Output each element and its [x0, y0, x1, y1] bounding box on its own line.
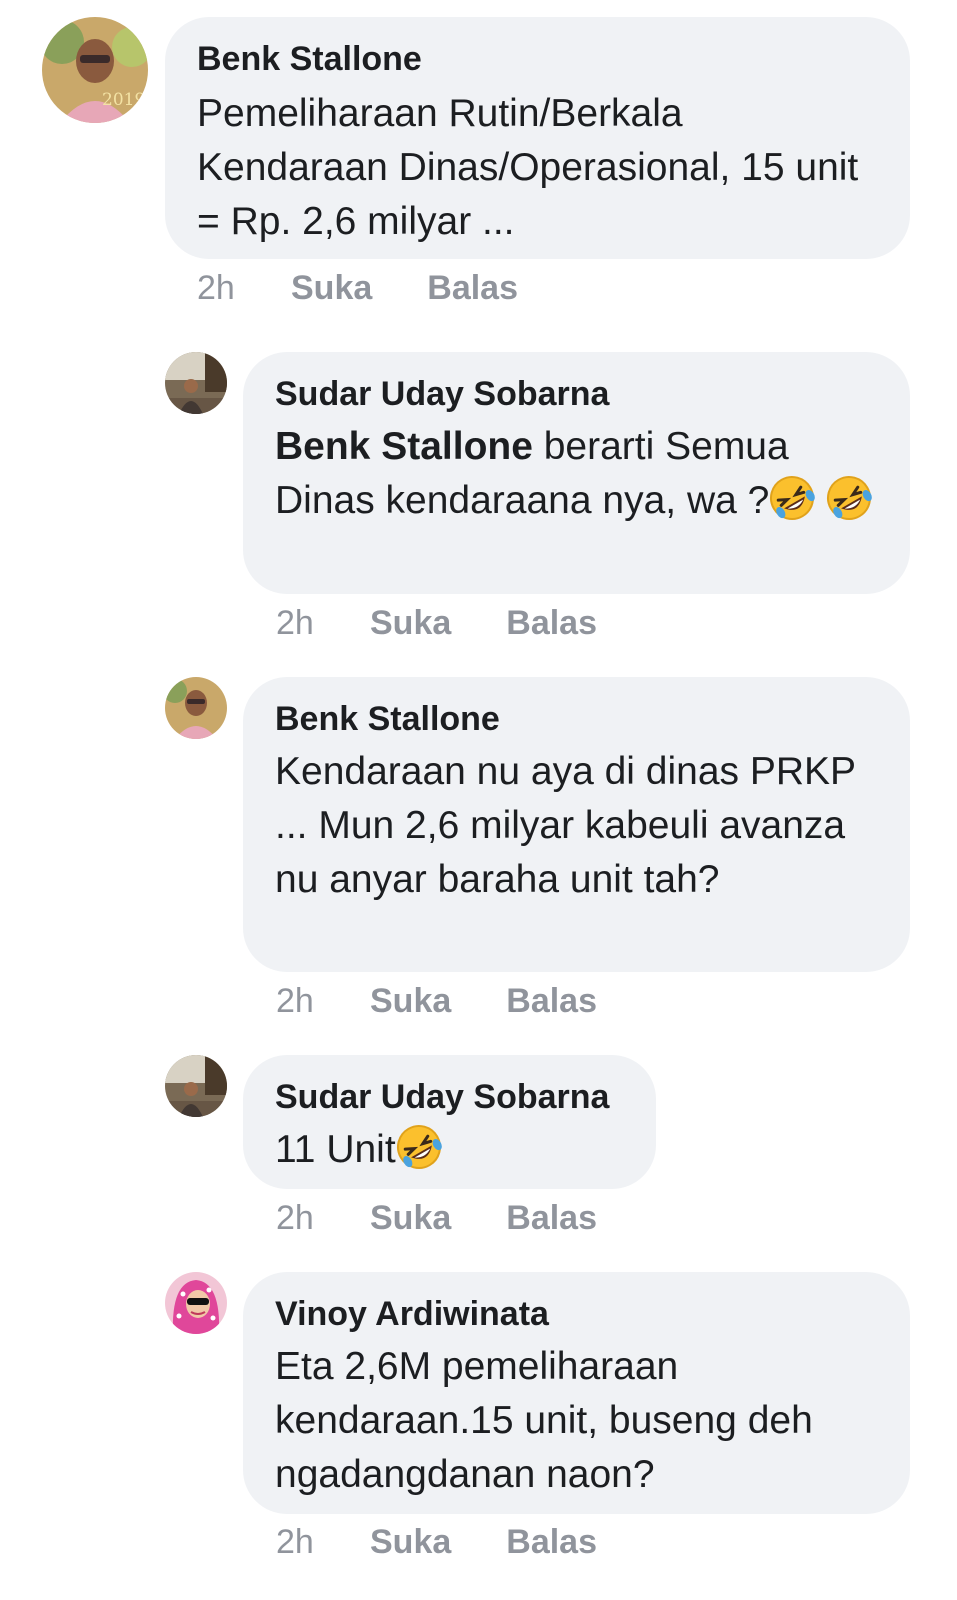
- avatar-photo: [165, 352, 227, 414]
- comment-time[interactable]: 2h: [276, 1522, 370, 1562]
- avatar-photo: 2019: [42, 17, 148, 123]
- reply-button[interactable]: Balas: [427, 268, 518, 308]
- comment-bubble: Sudar Uday Sobarna 11 Unit: [243, 1055, 656, 1189]
- reply-button[interactable]: Balas: [506, 1198, 597, 1238]
- comment-text: Pemeliharaan Rutin/Berkala Kendaraan Din…: [197, 92, 859, 243]
- comment-meta: 2h Suka Balas: [276, 1198, 652, 1238]
- reply-button[interactable]: Balas: [506, 1522, 597, 1562]
- comment-bubble: Sudar Uday Sobarna Benk Stallone berarti…: [243, 352, 910, 594]
- comment-meta: 2h Suka Balas: [276, 981, 652, 1021]
- comment-meta: 2h Suka Balas: [276, 603, 652, 643]
- comment-bubble: Vinoy Ardiwinata Eta 2,6M pemeliharaan k…: [243, 1272, 910, 1514]
- comment-time[interactable]: 2h: [276, 981, 370, 1021]
- comment-time[interactable]: 2h: [197, 268, 291, 308]
- avatar[interactable]: [165, 677, 227, 739]
- comment-time[interactable]: 2h: [276, 603, 370, 643]
- comment-author[interactable]: Benk Stallone: [197, 39, 878, 79]
- rolling-on-floor-laughing-emoji: [396, 1124, 442, 1170]
- comment-bubble: Benk Stallone Kendaraan nu aya di dinas …: [243, 677, 910, 972]
- avatar[interactable]: [165, 1272, 227, 1334]
- like-button[interactable]: Suka: [370, 1198, 451, 1238]
- avatar[interactable]: 2019: [42, 17, 148, 123]
- rolling-on-floor-laughing-emoji: [769, 475, 816, 521]
- comment-author[interactable]: Sudar Uday Sobarna: [275, 374, 878, 414]
- avatar-caption: 2019: [102, 90, 145, 110]
- like-button[interactable]: Suka: [370, 603, 451, 643]
- mention-link[interactable]: Benk Stallone: [275, 425, 533, 468]
- reply-button[interactable]: Balas: [506, 603, 597, 643]
- comment-body: 11 Unit: [275, 1128, 396, 1171]
- comment-time[interactable]: 2h: [276, 1198, 370, 1238]
- comment-text: Kendaraan nu aya di dinas PRKP ... Mun 2…: [275, 750, 856, 901]
- comment-author[interactable]: Sudar Uday Sobarna: [275, 1077, 624, 1117]
- comment-text: Benk Stallone berarti Semua Dinas kendar…: [275, 420, 878, 528]
- comment-bubble: Benk Stallone Pemeliharaan Rutin/Berkala…: [165, 17, 910, 259]
- avatar[interactable]: [165, 352, 227, 414]
- reply-button[interactable]: Balas: [506, 981, 597, 1021]
- comment-author[interactable]: Benk Stallone: [275, 699, 878, 739]
- avatar-photo: [165, 677, 227, 739]
- comment-text: Eta 2,6M pemeliharaan kendaraan.15 unit,…: [275, 1345, 813, 1496]
- comment-meta: 2h Suka Balas: [197, 268, 573, 308]
- like-button[interactable]: Suka: [291, 268, 372, 308]
- avatar-photo: [165, 1055, 227, 1117]
- avatar-photo: [165, 1272, 227, 1334]
- like-button[interactable]: Suka: [370, 981, 451, 1021]
- comment-text: 11 Unit: [275, 1123, 624, 1177]
- rolling-on-floor-laughing-emoji: [826, 475, 872, 521]
- avatar[interactable]: [165, 1055, 227, 1117]
- like-button[interactable]: Suka: [370, 1522, 451, 1562]
- comment-meta: 2h Suka Balas: [276, 1522, 652, 1562]
- comment-author[interactable]: Vinoy Ardiwinata: [275, 1294, 878, 1334]
